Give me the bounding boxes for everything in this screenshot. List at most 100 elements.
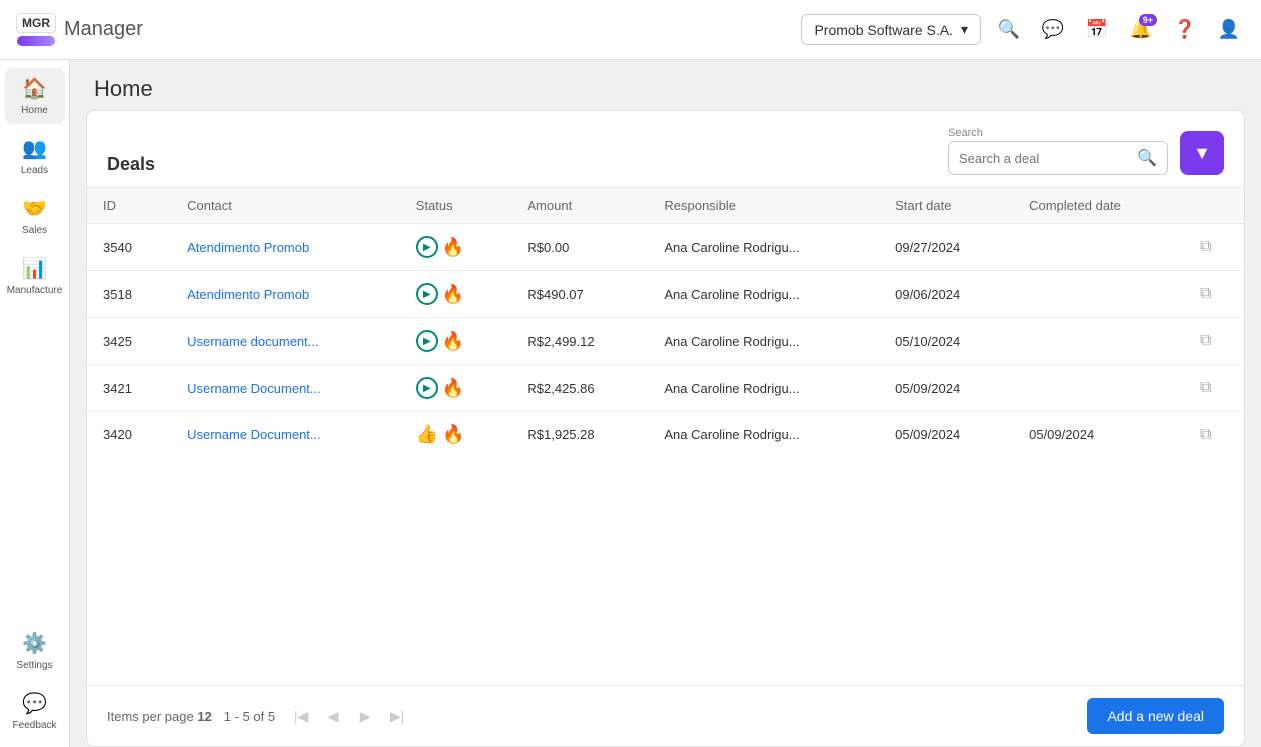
play-icon[interactable]: ▶ bbox=[416, 330, 438, 352]
calendar-icon[interactable]: 📅 bbox=[1081, 14, 1113, 46]
cell-responsible: Ana Caroline Rodrigu... bbox=[648, 271, 879, 318]
cell-amount: R$1,925.28 bbox=[511, 412, 648, 458]
cell-external-link[interactable]: ⧉ bbox=[1184, 318, 1244, 365]
cell-responsible: Ana Caroline Rodrigu... bbox=[648, 412, 879, 458]
cell-amount: R$0.00 bbox=[511, 224, 648, 271]
cell-completed-date: 05/09/2024 bbox=[1013, 412, 1184, 458]
cell-amount: R$2,425.86 bbox=[511, 365, 648, 412]
cell-amount: R$490.07 bbox=[511, 271, 648, 318]
cell-contact[interactable]: Username document... bbox=[171, 318, 400, 365]
cell-external-link[interactable]: ⧉ bbox=[1184, 365, 1244, 412]
table-row: 3518Atendimento Promob▶🔥R$490.07Ana Caro… bbox=[87, 271, 1244, 318]
navbar: MGR Manager Promob Software S.A. ▾ 🔍 💬 📅… bbox=[0, 0, 1261, 60]
sidebar-item-leads[interactable]: 👥 Leads bbox=[5, 128, 65, 184]
deals-header: Deals Search 🔍 ▼ bbox=[87, 111, 1244, 188]
home-icon: 🏠 bbox=[22, 76, 47, 101]
deals-card: Deals Search 🔍 ▼ ID bbox=[86, 110, 1245, 747]
search-area: Search 🔍 bbox=[948, 127, 1168, 175]
col-start-date: Start date bbox=[879, 188, 1013, 224]
table-row: 3421Username Document...▶🔥R$2,425.86Ana … bbox=[87, 365, 1244, 412]
add-deal-button[interactable]: Add a new deal bbox=[1087, 698, 1224, 734]
cell-start-date: 09/27/2024 bbox=[879, 224, 1013, 271]
external-link-icon[interactable]: ⧉ bbox=[1200, 238, 1211, 255]
fire-icon: 🔥 bbox=[442, 378, 464, 399]
external-link-icon[interactable]: ⧉ bbox=[1200, 285, 1211, 302]
chat-icon[interactable]: 💬 bbox=[1037, 14, 1069, 46]
deals-title: Deals bbox=[107, 154, 155, 175]
search-box: 🔍 bbox=[948, 141, 1168, 175]
search-icon[interactable]: 🔍 bbox=[993, 14, 1025, 46]
next-page-button[interactable]: ▶ bbox=[351, 702, 379, 730]
cell-contact[interactable]: Username Document... bbox=[171, 412, 400, 458]
sidebar-settings-label: Settings bbox=[16, 660, 52, 671]
settings-icon: ⚙️ bbox=[22, 631, 47, 656]
cell-contact[interactable]: Username Document... bbox=[171, 365, 400, 412]
cell-id: 3540 bbox=[87, 224, 171, 271]
manufacture-icon: 📊 bbox=[22, 256, 47, 281]
external-link-icon[interactable]: ⧉ bbox=[1200, 332, 1211, 349]
cell-external-link[interactable]: ⧉ bbox=[1184, 271, 1244, 318]
cell-id: 3421 bbox=[87, 365, 171, 412]
logo-area: MGR Manager bbox=[16, 13, 143, 46]
cell-completed-date bbox=[1013, 224, 1184, 271]
cell-external-link[interactable]: ⧉ bbox=[1184, 224, 1244, 271]
play-icon[interactable]: ▶ bbox=[416, 377, 438, 399]
cell-responsible: Ana Caroline Rodrigu... bbox=[648, 224, 879, 271]
play-icon[interactable]: ▶ bbox=[416, 236, 438, 258]
pagination-range: 1 - 5 of 5 bbox=[224, 709, 275, 724]
external-link-icon[interactable]: ⧉ bbox=[1200, 426, 1211, 443]
first-page-button[interactable]: |◀ bbox=[287, 702, 315, 730]
prev-page-button[interactable]: ◀ bbox=[319, 702, 347, 730]
sales-icon: 🤝 bbox=[22, 196, 47, 221]
filter-button[interactable]: ▼ bbox=[1180, 131, 1224, 175]
deals-footer: Items per page 12 1 - 5 of 5 |◀ ◀ ▶ ▶| A… bbox=[87, 685, 1244, 746]
sidebar-item-settings[interactable]: ⚙️ Settings bbox=[5, 623, 65, 679]
content-area: Home Deals Search 🔍 ▼ bbox=[70, 60, 1261, 747]
items-per-page-info: Items per page 12 bbox=[107, 709, 212, 724]
play-icon[interactable]: ▶ bbox=[416, 283, 438, 305]
thumbs-up-icon[interactable]: 👍 bbox=[416, 424, 438, 445]
pagination-controls: |◀ ◀ ▶ ▶| bbox=[287, 702, 411, 730]
cell-external-link[interactable]: ⧉ bbox=[1184, 412, 1244, 458]
notification-icon[interactable]: 🔔 9+ bbox=[1125, 14, 1157, 46]
search-input[interactable] bbox=[959, 151, 1129, 166]
table-row: 3540Atendimento Promob▶🔥R$0.00Ana Caroli… bbox=[87, 224, 1244, 271]
sidebar-feedback-label: Feedback bbox=[13, 720, 57, 731]
col-amount: Amount bbox=[511, 188, 648, 224]
table-body: 3540Atendimento Promob▶🔥R$0.00Ana Caroli… bbox=[87, 224, 1244, 458]
cell-status: 👍🔥 bbox=[400, 412, 512, 458]
last-page-button[interactable]: ▶| bbox=[383, 702, 411, 730]
fire-icon: 🔥 bbox=[442, 284, 464, 305]
company-name: Promob Software S.A. bbox=[814, 22, 953, 38]
sidebar-item-home[interactable]: 🏠 Home bbox=[5, 68, 65, 124]
sidebar-manufacture-label: Manufacture bbox=[7, 285, 63, 296]
company-selector[interactable]: Promob Software S.A. ▾ bbox=[801, 14, 981, 45]
filter-icon: ▼ bbox=[1193, 143, 1211, 164]
col-completed-date: Completed date bbox=[1013, 188, 1184, 224]
cell-id: 3518 bbox=[87, 271, 171, 318]
cell-status: ▶🔥 bbox=[400, 224, 512, 271]
col-id: ID bbox=[87, 188, 171, 224]
cell-id: 3420 bbox=[87, 412, 171, 458]
search-submit-icon[interactable]: 🔍 bbox=[1137, 148, 1157, 168]
fire-icon: 🔥 bbox=[442, 331, 464, 352]
cell-contact[interactable]: Atendimento Promob bbox=[171, 271, 400, 318]
cell-status: ▶🔥 bbox=[400, 318, 512, 365]
cell-amount: R$2,499.12 bbox=[511, 318, 648, 365]
logo-manager-text: Manager bbox=[64, 18, 143, 41]
cell-status: ▶🔥 bbox=[400, 271, 512, 318]
feedback-icon: 💬 bbox=[22, 691, 47, 716]
cell-start-date: 05/09/2024 bbox=[879, 365, 1013, 412]
cell-contact[interactable]: Atendimento Promob bbox=[171, 224, 400, 271]
deals-table: ID Contact Status Amount Responsible Sta… bbox=[87, 188, 1244, 685]
col-responsible: Responsible bbox=[648, 188, 879, 224]
user-icon[interactable]: 👤 bbox=[1213, 14, 1245, 46]
sidebar-item-feedback[interactable]: 💬 Feedback bbox=[5, 683, 65, 739]
sidebar-item-manufacture[interactable]: 📊 Manufacture bbox=[5, 248, 65, 304]
cell-start-date: 09/06/2024 bbox=[879, 271, 1013, 318]
help-icon[interactable]: ❓ bbox=[1169, 14, 1201, 46]
sidebar-sales-label: Sales bbox=[22, 225, 47, 236]
sidebar-leads-label: Leads bbox=[21, 165, 48, 176]
sidebar-item-sales[interactable]: 🤝 Sales bbox=[5, 188, 65, 244]
external-link-icon[interactable]: ⧉ bbox=[1200, 379, 1211, 396]
